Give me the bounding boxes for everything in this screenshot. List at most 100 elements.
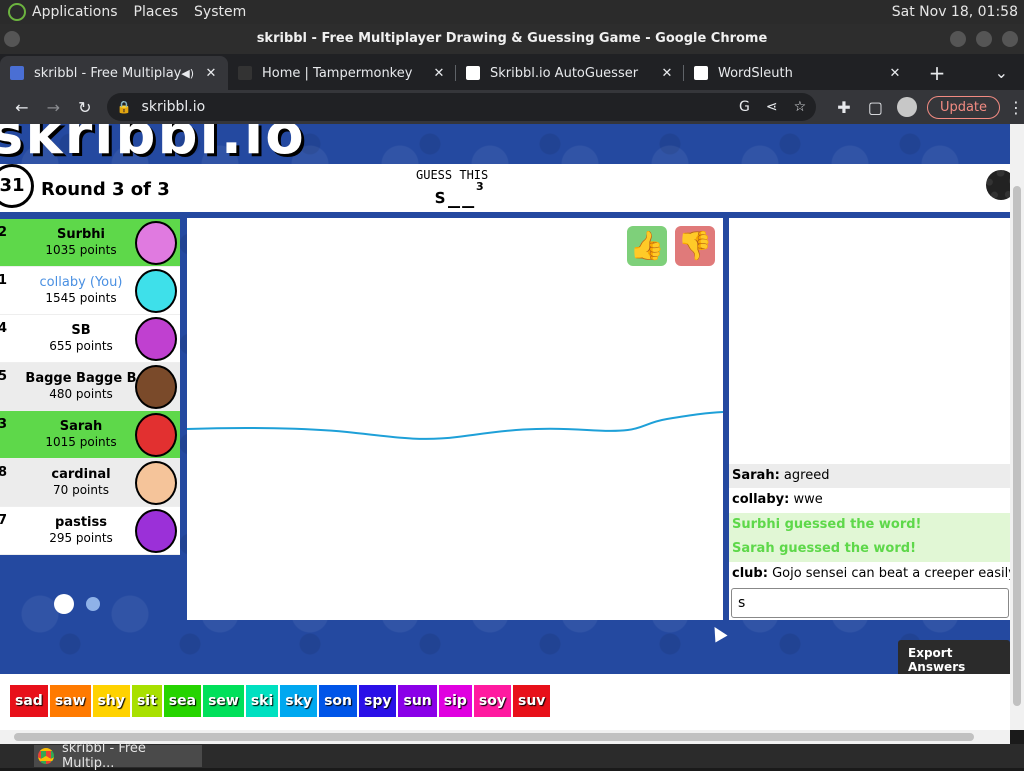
tab-tampermonkey[interactable]: Home | Tampermonkey ✕ bbox=[228, 56, 456, 90]
word-suggestion-button[interactable]: spy bbox=[359, 685, 397, 717]
player-avatar-icon[interactable] bbox=[135, 269, 177, 313]
player-rank: 2 bbox=[0, 225, 8, 240]
player-row[interactable]: 2 Surbhi 1035 points bbox=[0, 219, 180, 267]
word-suggestion-button[interactable]: ski bbox=[245, 685, 279, 717]
word-suggestion-button[interactable]: sew bbox=[203, 685, 244, 717]
page-dot-active[interactable] bbox=[54, 594, 74, 614]
word-hint: s__ bbox=[434, 184, 477, 208]
menu-applications[interactable]: Applications bbox=[32, 4, 118, 20]
distro-logo-icon[interactable] bbox=[8, 3, 26, 21]
tab-strip: skribbl - Free Multiplaye ◀) ✕ Home | Ta… bbox=[0, 54, 1024, 90]
close-tab-icon[interactable]: ✕ bbox=[204, 66, 218, 81]
player-avatar-icon[interactable] bbox=[135, 221, 177, 265]
minimize-icon[interactable] bbox=[950, 31, 966, 47]
word-suggestion-button[interactable]: son bbox=[319, 685, 357, 717]
close-tab-icon[interactable]: ✕ bbox=[660, 66, 674, 81]
taskbar-item-label: skribbl - Free Multip... bbox=[62, 741, 146, 771]
google-icon[interactable]: G bbox=[739, 99, 750, 115]
word-suggestions-bar: sad saw shy sit sea sew ski sky son spy sun sip soy s… bbox=[0, 674, 1010, 730]
tab-label: skribbl - Free Multiplaye bbox=[34, 65, 182, 81]
word-suggestion-button[interactable]: sip bbox=[438, 685, 472, 717]
word-suggestion-button[interactable]: saw bbox=[49, 685, 91, 717]
word-suggestion-button[interactable]: sky bbox=[280, 685, 318, 717]
chat-author: club: bbox=[732, 565, 768, 581]
drawing-canvas[interactable]: 👍 👎 bbox=[186, 218, 724, 620]
more-menu-icon[interactable]: ⋮ bbox=[1008, 98, 1024, 117]
word-suggestion-button[interactable]: sit bbox=[131, 685, 162, 717]
bookmark-star-icon[interactable]: ☆ bbox=[794, 99, 807, 115]
player-row[interactable]: 7 pastiss 295 points bbox=[0, 507, 180, 555]
player-avatar-icon[interactable] bbox=[135, 461, 177, 505]
wordsleuth-favicon-icon bbox=[694, 66, 708, 80]
avatar-page-dots bbox=[54, 594, 100, 614]
tab-autoguesser[interactable]: Skribbl.io AutoGuesser ✕ bbox=[456, 56, 684, 90]
tab-skribbl[interactable]: skribbl - Free Multiplaye ◀) ✕ bbox=[0, 56, 228, 90]
chat-message: Surbhi guessed the word! bbox=[729, 512, 1010, 537]
extensions-icon[interactable]: ✚ bbox=[828, 98, 860, 117]
close-window-icon[interactable] bbox=[1002, 31, 1018, 47]
vertical-scrollbar[interactable] bbox=[1010, 124, 1024, 730]
player-avatar-icon[interactable] bbox=[135, 413, 177, 457]
scroll-thumb[interactable] bbox=[1013, 186, 1021, 706]
system-clock[interactable]: Sat Nov 18, 01:58 bbox=[892, 4, 1018, 20]
system-menu-bar: Applications Places System Sat Nov 18, 0… bbox=[0, 0, 1024, 24]
menu-places[interactable]: Places bbox=[134, 4, 179, 20]
player-avatar-icon[interactable] bbox=[135, 509, 177, 553]
player-points: 480 points bbox=[49, 387, 113, 401]
window-menu-icon[interactable] bbox=[4, 31, 20, 47]
player-rank: 7 bbox=[0, 513, 8, 528]
speaker-icon[interactable]: ◀) bbox=[181, 67, 194, 80]
drawing-stroke bbox=[186, 411, 724, 440]
forward-icon[interactable]: → bbox=[38, 98, 70, 117]
chat-input[interactable]: s bbox=[731, 588, 1009, 618]
player-avatar-icon[interactable] bbox=[135, 365, 177, 409]
share-icon[interactable]: ⋖ bbox=[766, 99, 778, 115]
taskbar: skribbl - Free Multip... bbox=[0, 741, 1024, 771]
thumbs-down-icon[interactable]: 👎 bbox=[675, 226, 715, 266]
taskbar-chrome-item[interactable]: skribbl - Free Multip... bbox=[34, 741, 202, 771]
player-points: 1545 points bbox=[45, 291, 117, 305]
tab-wordsleuth[interactable]: WordSleuth ✕ bbox=[684, 56, 912, 90]
player-points: 1035 points bbox=[45, 243, 117, 257]
word-suggestion-button[interactable]: sun bbox=[398, 685, 437, 717]
player-row[interactable]: 4 SB 655 points bbox=[0, 315, 180, 363]
chrome-icon bbox=[38, 748, 54, 764]
chat-text: Surbhi guessed the word! bbox=[732, 516, 922, 532]
round-indicator: Round 3 of 3 bbox=[41, 179, 170, 200]
new-tab-icon[interactable]: + bbox=[922, 56, 952, 90]
tab-search-chevron-icon[interactable]: ⌄ bbox=[995, 56, 1008, 90]
word-suggestion-button[interactable]: sad bbox=[10, 685, 48, 717]
lock-icon[interactable]: 🔒 bbox=[117, 100, 132, 114]
page-dot[interactable] bbox=[86, 597, 100, 611]
player-avatar-icon[interactable] bbox=[135, 317, 177, 361]
chat-text: Gojo sensei can beat a creeper easily bbox=[772, 565, 1010, 581]
maximize-icon[interactable] bbox=[976, 31, 992, 47]
word-suggestion-button[interactable]: suv bbox=[513, 685, 551, 717]
profile-avatar-icon[interactable] bbox=[897, 97, 917, 117]
close-tab-icon[interactable]: ✕ bbox=[888, 66, 902, 81]
thumbs-up-icon[interactable]: 👍 bbox=[627, 226, 667, 266]
window-titlebar: skribbl - Free Multiplayer Drawing & Gue… bbox=[0, 24, 1024, 54]
url-text[interactable]: skribbl.io bbox=[142, 99, 206, 115]
settings-gear-icon[interactable] bbox=[986, 170, 1010, 200]
side-panel-icon[interactable]: ▢ bbox=[860, 98, 892, 117]
chat-text: Sarah guessed the word! bbox=[732, 541, 916, 556]
player-points: 1015 points bbox=[45, 435, 117, 449]
address-bar[interactable]: 🔒 skribbl.io G ⋖ ☆ bbox=[106, 93, 817, 121]
reload-icon[interactable]: ↻ bbox=[69, 98, 101, 117]
back-icon[interactable]: ← bbox=[6, 98, 38, 117]
menu-system[interactable]: System bbox=[194, 4, 246, 20]
player-row[interactable]: 1 collaby (You) 1545 points bbox=[0, 267, 180, 315]
word-suggestion-button[interactable]: sea bbox=[163, 685, 202, 717]
word-length: 3 bbox=[476, 180, 484, 193]
update-button[interactable]: Update bbox=[926, 95, 1001, 119]
player-row[interactable]: 8 cardinal 70 points bbox=[0, 459, 180, 507]
page-viewport: skribbl.io 31 Round 3 of 3 GUESS THIS s_… bbox=[0, 124, 1010, 730]
player-row[interactable]: 5 Bagge Bagge B 480 points bbox=[0, 363, 180, 411]
tab-label: Home | Tampermonkey bbox=[262, 65, 413, 81]
word-suggestion-button[interactable]: shy bbox=[92, 685, 130, 717]
scroll-thumb[interactable] bbox=[14, 733, 974, 741]
player-row[interactable]: 3 Sarah 1015 points bbox=[0, 411, 180, 459]
close-tab-icon[interactable]: ✕ bbox=[432, 66, 446, 81]
word-suggestion-button[interactable]: soy bbox=[473, 685, 511, 717]
